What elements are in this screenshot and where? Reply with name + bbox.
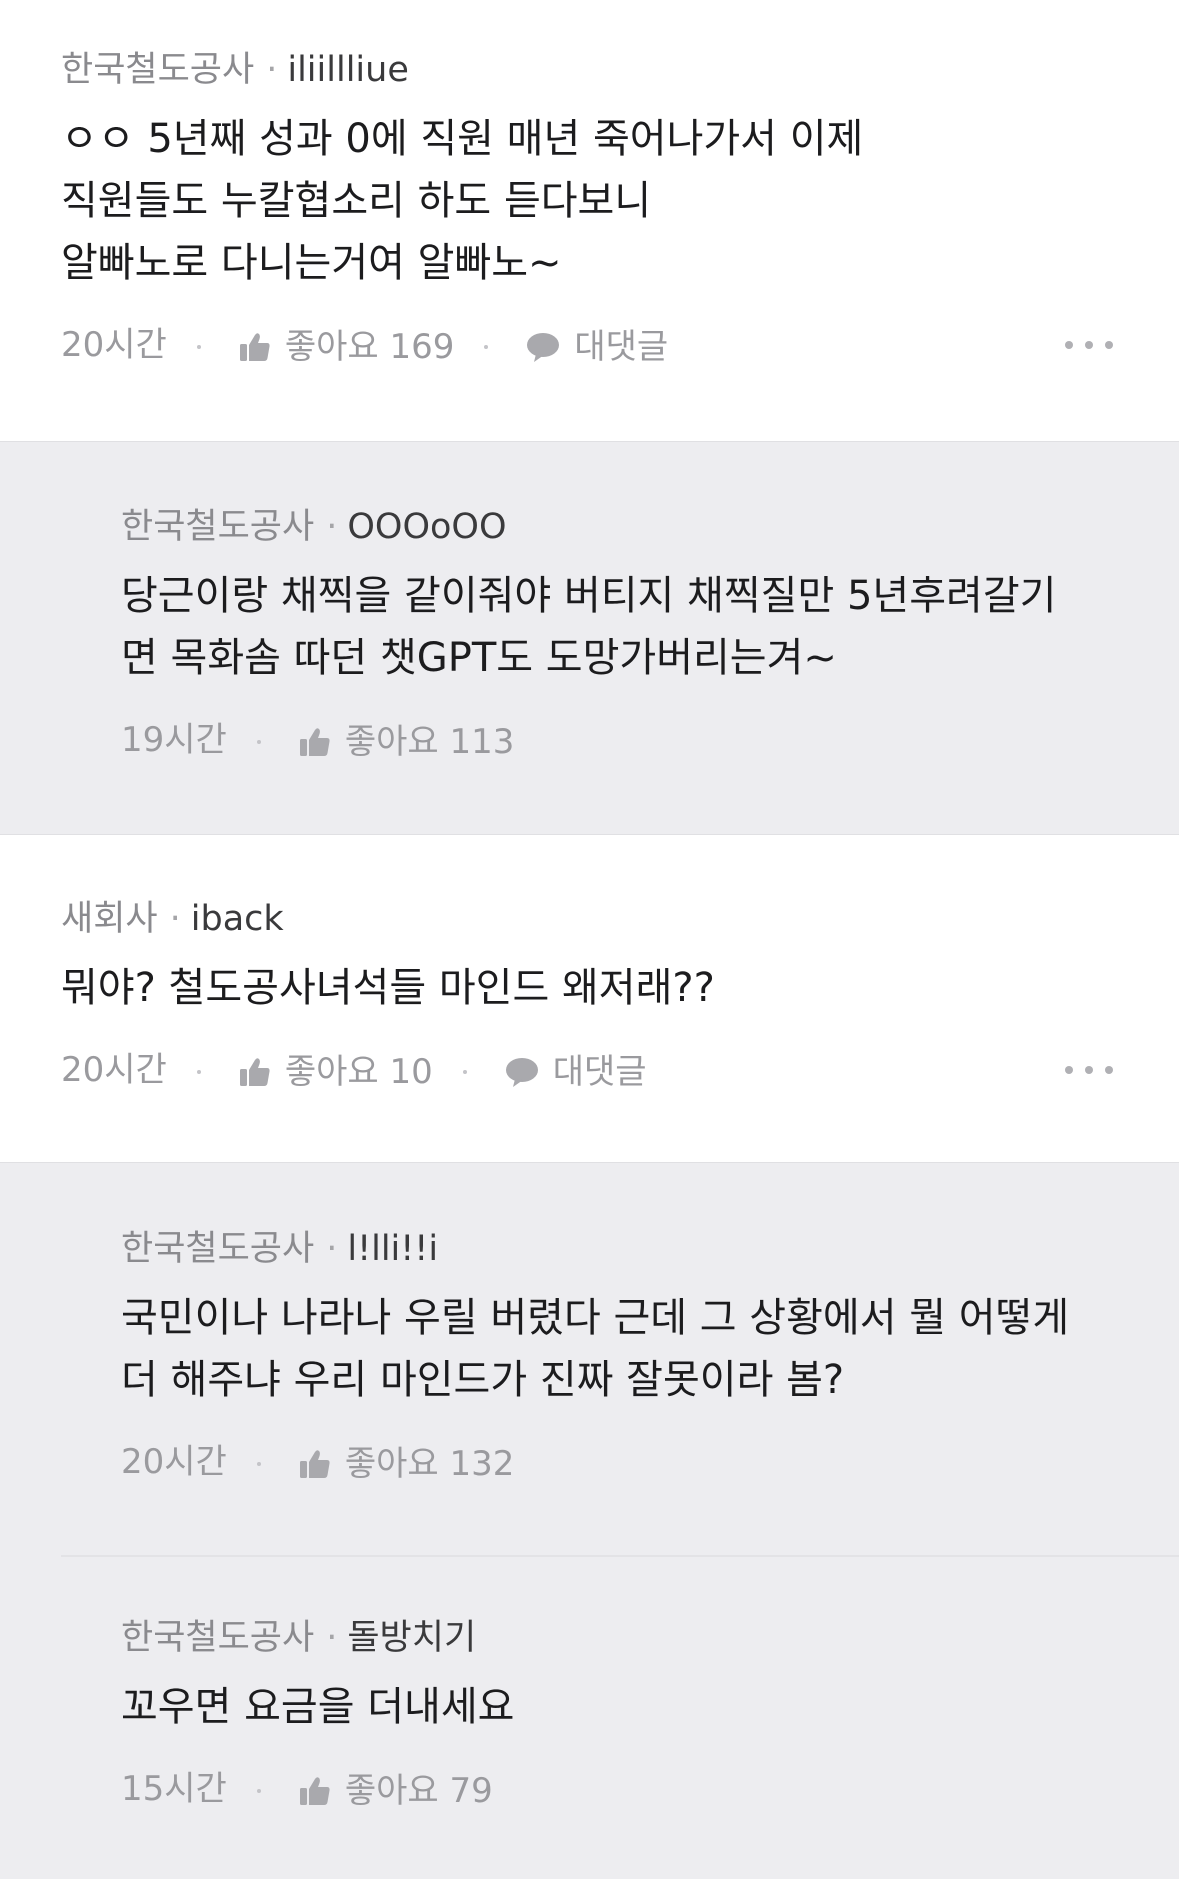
thumb-up-icon	[239, 332, 271, 362]
action-separator	[256, 1788, 261, 1793]
comment-actions: 15시간 좋아요 79	[121, 1764, 1119, 1814]
user-handle[interactable]: l!lli!!i	[347, 1229, 438, 1269]
comment-actions: 20시간 좋아요 169 대댓글	[61, 320, 1119, 370]
meta-separator: ·	[266, 50, 278, 90]
reply-comment: 한국철도공사 · 돌방치기 꼬우면 요금을 더내세요 15시간 좋아요 79	[0, 1556, 1179, 1879]
like-button[interactable]: 좋아요 132	[299, 1439, 515, 1489]
comment-text: 당근이랑 채찍을 같이줘야 버티지 채찍질만 5년후려갈기 면 목화솜 따던 챗…	[121, 573, 1057, 681]
comment-meta: 새회사 · iback	[61, 897, 1119, 941]
action-separator	[256, 1461, 261, 1466]
comment: 한국철도공사 · iliillliue ㅇㅇ 5년째 성과 0에 직원 매년 죽어나…	[0, 0, 1179, 441]
speech-bubble-icon	[526, 332, 560, 362]
comment-meta: 한국철도공사 · l!lli!!i	[121, 1227, 1119, 1271]
reply-button[interactable]: 대댓글	[526, 322, 668, 372]
timestamp: 20시간	[61, 1050, 167, 1090]
more-options-button[interactable]	[1059, 1045, 1119, 1095]
section-divider	[0, 1162, 1179, 1163]
company-name: 한국철도공사	[121, 1618, 315, 1658]
timestamp: 19시간	[121, 720, 227, 760]
more-dot	[1105, 341, 1113, 349]
meta-separator: ·	[169, 899, 181, 939]
section-divider	[0, 441, 1179, 442]
like-button[interactable]: 좋아요 169	[239, 322, 455, 372]
thumb-up-icon	[239, 1057, 271, 1087]
reply-comment: 한국철도공사 · OOOoOO 당근이랑 채찍을 같이줘야 버티지 채찍질만 5년후…	[0, 441, 1179, 835]
action-separator	[462, 1069, 467, 1074]
user-handle[interactable]: iback	[191, 899, 284, 939]
company-name: 한국철도공사	[121, 1229, 315, 1269]
comment-text: 꼬우면 요금을 더내세요	[121, 1684, 515, 1730]
company-name: 한국철도공사	[121, 507, 315, 547]
thumb-up-icon	[299, 727, 331, 757]
company-name: 한국철도공사	[61, 50, 255, 90]
section-divider	[0, 834, 1179, 835]
comment-actions: 20시간 좋아요 10 대댓글	[61, 1045, 1119, 1095]
user-handle[interactable]: OOOoOO	[347, 507, 506, 547]
like-button[interactable]: 좋아요 10	[239, 1047, 433, 1097]
meta-separator: ·	[326, 1229, 338, 1269]
timestamp: 20시간	[61, 325, 167, 365]
action-separator	[196, 1069, 201, 1074]
timestamp: 20시간	[121, 1442, 227, 1482]
more-dot	[1105, 1066, 1113, 1074]
comment-meta: 한국철도공사 · iliillliue	[61, 48, 1119, 92]
comment-meta: 한국철도공사 · OOOoOO	[121, 505, 1119, 549]
timestamp: 15시간	[121, 1769, 227, 1809]
comment-actions: 20시간 좋아요 132	[121, 1437, 1119, 1487]
user-handle[interactable]: 돌방치기	[347, 1618, 476, 1658]
like-count: 좋아요 113	[344, 721, 515, 762]
speech-bubble-icon	[505, 1057, 539, 1087]
user-handle[interactable]: iliillliue	[287, 50, 409, 90]
meta-separator: ·	[326, 507, 338, 547]
like-count: 좋아요 79	[344, 1770, 493, 1811]
more-horizontal-icon	[1065, 341, 1073, 349]
action-separator	[196, 344, 201, 349]
comment-text: 뭐야? 철도공사녀석들 마인드 왜저래??	[61, 965, 715, 1011]
thumb-up-icon	[299, 1449, 331, 1479]
reply-comment: 한국철도공사 · l!lli!!i 국민이나 나라나 우릴 버렸다 근데 그 상황에…	[0, 1162, 1179, 1556]
comment-text: 국민이나 나라나 우릴 버렸다 근데 그 상황에서 뭘 어떻게 더 해주냐 우리…	[121, 1295, 1070, 1403]
reply-button[interactable]: 대댓글	[505, 1047, 647, 1097]
action-separator	[484, 344, 489, 349]
more-horizontal-icon	[1065, 1066, 1073, 1074]
comment-thread: 한국철도공사 · iliillliue ㅇㅇ 5년째 성과 0에 직원 매년 죽어나…	[0, 0, 1179, 1879]
company-name: 새회사	[61, 899, 158, 939]
like-count: 좋아요 10	[284, 1051, 433, 1092]
comment: 새회사 · iback 뭐야? 철도공사녀석들 마인드 왜저래?? 20시간 좋아요 …	[0, 835, 1179, 1162]
meta-separator: ·	[326, 1618, 338, 1658]
like-button[interactable]: 좋아요 79	[299, 1766, 493, 1816]
like-count: 좋아요 132	[344, 1443, 515, 1484]
thumb-up-icon	[299, 1776, 331, 1806]
comment-meta: 한국철도공사 · 돌방치기	[121, 1616, 1119, 1660]
reply-label: 대댓글	[552, 1051, 647, 1092]
action-separator	[256, 739, 261, 744]
more-dot	[1085, 341, 1093, 349]
comment-actions: 19시간 좋아요 113	[121, 715, 1119, 765]
like-button[interactable]: 좋아요 113	[299, 717, 515, 767]
comment-text: ㅇㅇ 5년째 성과 0에 직원 매년 죽어나가서 이제 직원들도 누칼협소리 하…	[61, 116, 864, 286]
more-options-button[interactable]	[1059, 320, 1119, 370]
reply-label: 대댓글	[574, 326, 669, 367]
like-count: 좋아요 169	[284, 326, 455, 367]
more-dot	[1085, 1066, 1093, 1074]
reply-divider	[61, 1555, 1179, 1557]
